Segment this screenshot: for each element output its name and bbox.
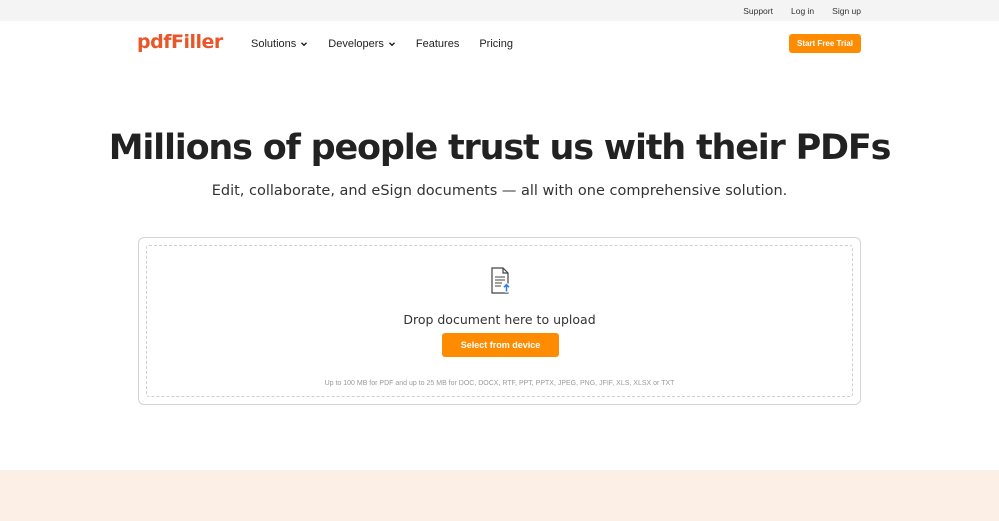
support-link[interactable]: Support	[743, 6, 773, 16]
upload-panel: Drop document here to upload Select from…	[138, 237, 861, 405]
document-upload-icon	[491, 267, 512, 294]
nav-item-pricing[interactable]: Pricing	[479, 38, 513, 50]
start-free-trial-button[interactable]: Start Free Trial	[789, 34, 861, 53]
signup-link[interactable]: Sign up	[832, 6, 861, 16]
nav-menu: Solutions Developers Features Pricing	[251, 21, 533, 67]
select-from-device-button[interactable]: Select from device	[442, 333, 559, 357]
chevron-down-icon	[301, 42, 308, 47]
utility-links: Support Log in Sign up	[743, 0, 861, 21]
hero-title: Millions of people trust us with their P…	[108, 128, 892, 168]
chevron-down-icon	[388, 42, 395, 47]
login-link[interactable]: Log in	[791, 6, 814, 16]
nav-item-label: Developers	[328, 38, 384, 50]
nav-item-label: Pricing	[479, 38, 513, 50]
next-section-band	[0, 470, 999, 521]
nav-item-solutions[interactable]: Solutions	[251, 38, 308, 50]
hero-subtitle: Edit, collaborate, and eSign documents —…	[211, 183, 788, 199]
nav-item-developers[interactable]: Developers	[328, 38, 396, 50]
nav-item-label: Features	[415, 38, 460, 50]
nav-item-label: Solutions	[251, 38, 297, 50]
nav-item-features[interactable]: Features	[416, 38, 459, 50]
file-size-limits: Up to 100 MB for PDF and up to 25 MB for…	[324, 380, 675, 387]
top-utility-bar: Support Log in Sign up	[0, 0, 999, 21]
pdffiller-logo[interactable]: pdfFiller	[137, 31, 223, 53]
main-navigation: pdfFiller Solutions Developers Features …	[0, 21, 999, 67]
upload-dropzone[interactable]: Drop document here to upload Select from…	[146, 245, 853, 397]
drop-instructions: Drop document here to upload	[403, 312, 596, 327]
